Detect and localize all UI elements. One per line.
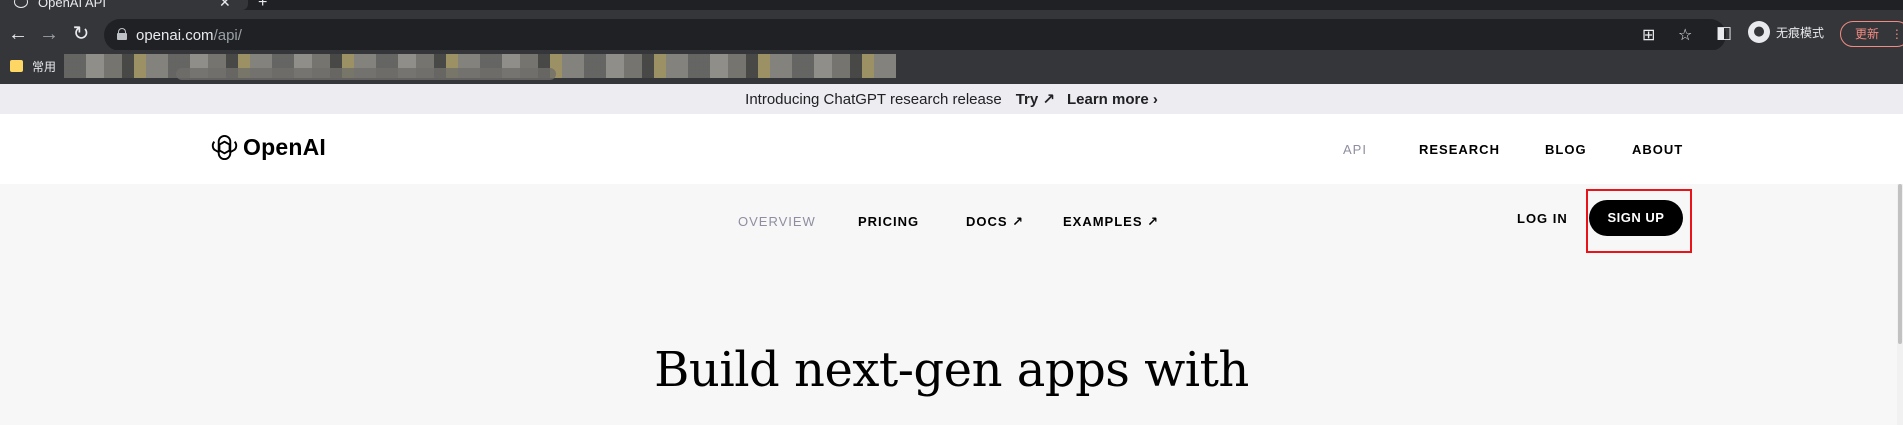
blurred-bookmarks-overlay: [176, 68, 556, 80]
logo-text: OpenAI: [243, 134, 326, 160]
forward-icon[interactable]: →: [37, 22, 61, 46]
signup-button[interactable]: SIGN UP: [1589, 200, 1683, 236]
scrollbar-thumb[interactable]: [1898, 184, 1902, 344]
announcement-text: Introducing ChatGPT research release: [745, 90, 1002, 108]
incognito-label: 无痕模式: [1776, 25, 1825, 40]
subnav-overview[interactable]: OVERVIEW: [738, 214, 816, 229]
openai-favicon-icon: [14, 0, 28, 8]
learn-more-link[interactable]: Learn more ›: [1067, 91, 1158, 108]
bookmark-star-icon[interactable]: ☆: [1678, 25, 1692, 45]
login-link[interactable]: LOG IN: [1517, 211, 1568, 226]
qr-code-icon[interactable]: ⊞: [1642, 25, 1655, 45]
incognito-indicator[interactable]: ● 无痕模式: [1748, 21, 1824, 43]
menu-icon[interactable]: ⋮: [1891, 27, 1903, 41]
announcement-bar: Introducing ChatGPT research release Try…: [0, 84, 1903, 114]
reload-icon[interactable]: ↻: [69, 22, 93, 46]
nav-about[interactable]: ABOUT: [1632, 142, 1683, 157]
hero-title: Build next-gen apps with: [654, 342, 1249, 398]
nav-blog[interactable]: BLOG: [1545, 142, 1587, 157]
openai-logo[interactable]: OpenAI: [210, 133, 326, 162]
try-link[interactable]: Try ↗: [1016, 90, 1055, 108]
openai-logo-icon: [211, 134, 238, 161]
tab-title: OpenAI API: [38, 0, 106, 10]
webpage: Introducing ChatGPT research release Try…: [0, 84, 1903, 425]
api-subnav: OVERVIEW PRICING DOCS ↗ EXAMPLES ↗ LOG I…: [0, 184, 1903, 260]
lock-icon[interactable]: [117, 28, 127, 40]
subnav-examples[interactable]: EXAMPLES ↗: [1063, 214, 1159, 230]
url-text[interactable]: openai.com/api/: [136, 27, 242, 44]
page-scrollbar[interactable]: [1897, 184, 1903, 425]
address-bar[interactable]: openai.com/api/ ⊞ ☆: [104, 19, 1726, 51]
bookmarks-bar: 常用: [0, 50, 1903, 84]
site-header: OpenAI API RESEARCH BLOG ABOUT: [0, 114, 1903, 184]
side-panel-icon[interactable]: ◧: [1716, 23, 1732, 43]
update-button[interactable]: 更新 ⋮: [1840, 21, 1903, 47]
subnav-docs[interactable]: DOCS ↗: [966, 214, 1024, 230]
incognito-icon: ●: [1748, 21, 1770, 43]
folder-icon: [10, 60, 23, 72]
back-icon[interactable]: ←: [6, 22, 30, 46]
subnav-pricing[interactable]: PRICING: [858, 214, 919, 229]
bookmark-folder-label[interactable]: 常用: [32, 58, 56, 75]
nav-research[interactable]: RESEARCH: [1419, 142, 1500, 157]
nav-api[interactable]: API: [1343, 142, 1367, 157]
browser-tabstrip: OpenAI API ✕ +: [0, 0, 1903, 11]
browser-tab[interactable]: OpenAI API ✕: [0, 0, 248, 10]
